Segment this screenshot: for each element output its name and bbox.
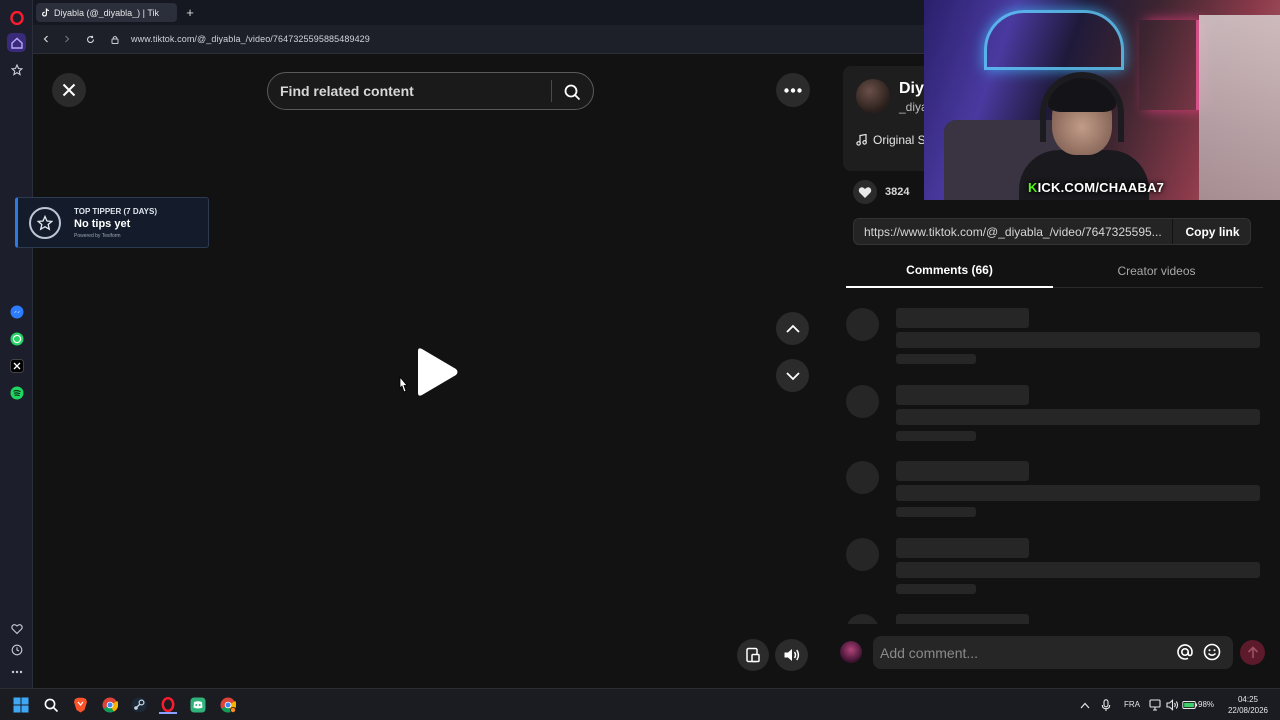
steam-icon[interactable] xyxy=(130,696,148,714)
opera-sidebar xyxy=(0,0,33,688)
taskbar-search-icon[interactable] xyxy=(42,696,60,714)
search-divider xyxy=(551,80,552,102)
video-player[interactable]: TOP TIPPER (7 DAYS) No tips yet Powered … xyxy=(15,54,826,688)
reload-icon[interactable] xyxy=(83,32,97,46)
music-note-icon xyxy=(856,134,867,146)
tray-chevron-up-icon[interactable] xyxy=(1076,696,1094,714)
panel-tabs: Comments (66) Creator videos xyxy=(846,254,1263,288)
tab-creator-videos[interactable]: Creator videos xyxy=(1053,254,1260,288)
taskbar: FRA 98% 04:25 22/08/2026 xyxy=(0,688,1280,720)
music-link[interactable]: Original S xyxy=(856,133,926,147)
mouse-cursor-icon xyxy=(399,376,408,393)
webcam-overlay: KICK.COM/CHAABA7 xyxy=(924,0,1280,200)
forward-icon[interactable] xyxy=(60,32,74,46)
more-options-button[interactable] xyxy=(776,73,810,107)
play-icon[interactable] xyxy=(410,346,460,398)
more-sidebar-icon[interactable] xyxy=(7,662,26,681)
comment-skeleton xyxy=(846,614,1260,624)
headset-icon xyxy=(1040,72,1124,142)
browser-tab[interactable]: Diyabla (@_diyabla_) | Tik xyxy=(36,3,177,22)
star-icon[interactable] xyxy=(7,60,26,79)
emoji-icon[interactable] xyxy=(1202,642,1222,662)
author-avatar[interactable] xyxy=(856,79,890,113)
lock-icon[interactable] xyxy=(108,32,122,46)
user-avatar[interactable] xyxy=(840,641,862,663)
mention-icon[interactable] xyxy=(1175,642,1195,662)
speaker-icon xyxy=(784,649,799,661)
battery-icon[interactable] xyxy=(1181,696,1199,714)
arrow-up-icon xyxy=(1247,646,1258,658)
battery-percent: 98% xyxy=(1198,700,1215,709)
copy-link-button[interactable]: Copy link xyxy=(1172,219,1252,244)
top-tipper-widget: TOP TIPPER (7 DAYS) No tips yet Powered … xyxy=(15,197,209,248)
address-bar: www.tiktok.com/@_diyabla_/video/76473255… xyxy=(33,25,924,54)
comment-bar xyxy=(827,632,1280,678)
more-dots-icon xyxy=(784,87,802,93)
tiktok-favicon-icon xyxy=(41,8,50,17)
picture-in-picture-icon xyxy=(746,647,760,663)
comment-input-wrap xyxy=(873,636,1233,669)
opera-logo-icon[interactable] xyxy=(7,8,26,27)
floating-player-button[interactable] xyxy=(737,639,769,671)
comment-skeleton xyxy=(846,385,1260,445)
history-icon[interactable] xyxy=(7,640,26,659)
close-icon xyxy=(62,83,76,97)
tab-bar: Diyabla (@_diyabla_) | Tik + xyxy=(33,0,924,25)
language-indicator[interactable]: FRA xyxy=(1124,700,1140,709)
tab-title: Diyabla (@_diyabla_) | Tik xyxy=(54,7,160,18)
comment-skeleton xyxy=(846,308,1260,368)
comment-input[interactable] xyxy=(880,636,1170,669)
author-name[interactable]: Diy xyxy=(899,80,924,98)
like-button[interactable] xyxy=(853,180,877,204)
video-link-text[interactable]: https://www.tiktok.com/@_diyabla_/video/… xyxy=(864,225,1169,239)
tab-comments[interactable]: Comments (66) xyxy=(846,254,1053,288)
messenger-icon[interactable] xyxy=(7,302,26,321)
microphone-icon[interactable] xyxy=(1097,696,1115,714)
chevron-up-icon xyxy=(785,324,800,333)
home-icon[interactable] xyxy=(7,33,26,52)
comment-skeleton xyxy=(846,538,1260,598)
heart-icon xyxy=(858,186,872,198)
tipper-powered-by: Powered by Tesiform xyxy=(74,233,121,239)
opera-gx-icon[interactable] xyxy=(159,696,177,714)
new-tab-button[interactable]: + xyxy=(183,5,197,20)
volume-tray-icon[interactable] xyxy=(1164,696,1182,714)
comment-skeleton xyxy=(846,461,1260,521)
music-title: Original S xyxy=(873,133,926,147)
spotify-icon[interactable] xyxy=(7,383,26,402)
chevron-down-icon xyxy=(785,371,800,380)
whatsapp-icon[interactable] xyxy=(7,329,26,348)
tipper-status: No tips yet xyxy=(74,218,131,230)
clock[interactable]: 04:25 22/08/2026 xyxy=(1222,694,1274,716)
share-link-box: https://www.tiktok.com/@_diyabla_/video/… xyxy=(853,218,1251,245)
clock-time: 04:25 xyxy=(1237,695,1259,704)
search-input[interactable] xyxy=(280,73,540,109)
chrome-icon[interactable] xyxy=(101,696,119,714)
send-comment-button[interactable] xyxy=(1240,640,1265,665)
volume-button[interactable] xyxy=(775,639,808,671)
heart-icon[interactable] xyxy=(7,619,26,638)
clock-date: 22/08/2026 xyxy=(1227,706,1269,715)
search-button[interactable] xyxy=(561,81,583,103)
kick-watermark: KICK.COM/CHAABA7 xyxy=(1028,180,1165,195)
brave-icon[interactable] xyxy=(71,696,89,714)
x-twitter-icon[interactable] xyxy=(7,356,26,375)
url-field[interactable]: www.tiktok.com/@_diyabla_/video/76473255… xyxy=(131,34,370,44)
windows-start-icon[interactable] xyxy=(12,696,30,714)
screen: Diyabla (@_diyabla_) | Tik + www.tiktok.… xyxy=(0,0,1280,720)
next-video-button[interactable] xyxy=(776,359,809,392)
network-icon[interactable] xyxy=(1147,696,1165,714)
like-count: 3824 xyxy=(885,186,910,198)
chrome-profile-icon[interactable] xyxy=(219,696,237,714)
discord-icon[interactable] xyxy=(189,696,207,714)
like-row: 3824 xyxy=(853,180,909,204)
tipper-title: TOP TIPPER (7 DAYS) xyxy=(74,207,157,216)
close-button[interactable] xyxy=(52,73,86,107)
search-icon xyxy=(564,84,580,100)
back-icon[interactable] xyxy=(39,32,53,46)
star-badge-icon xyxy=(29,207,61,239)
previous-video-button[interactable] xyxy=(776,312,809,345)
search-box xyxy=(267,72,594,110)
